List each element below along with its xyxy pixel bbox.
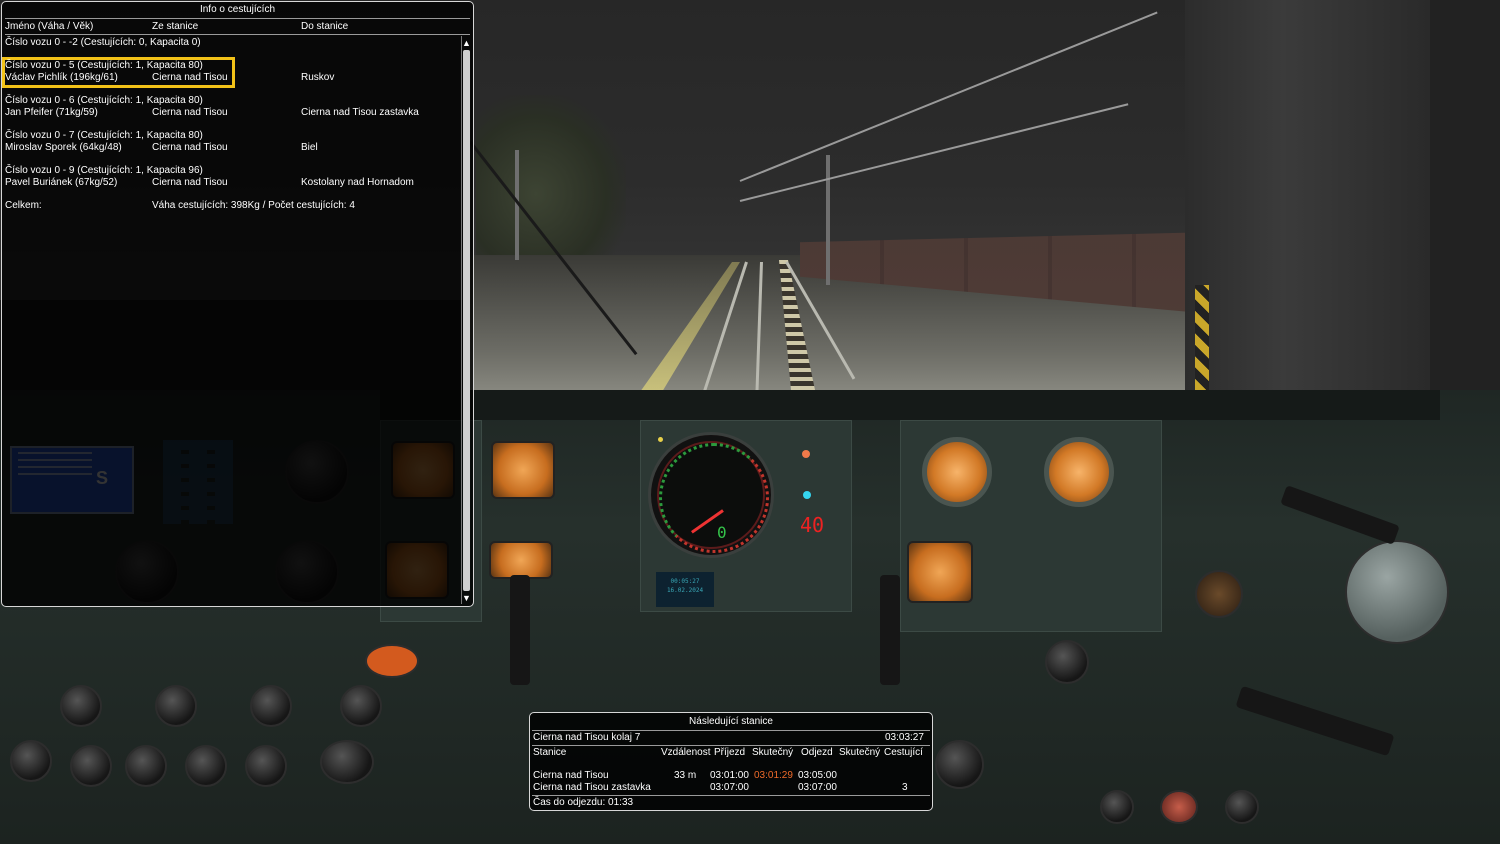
knob-icon[interactable]: [1160, 790, 1198, 824]
row-arrival: 03:07:00: [710, 782, 749, 793]
knob-icon[interactable]: [1045, 640, 1089, 684]
speedometer-scale: [659, 443, 769, 553]
cab-window-pillar: [1185, 0, 1430, 400]
row-station: Cierna nad Tisou zastavka: [533, 782, 651, 793]
column-header-name: Jméno (Váha / Věk): [5, 21, 94, 32]
pressure-gauge-icon: [491, 441, 555, 499]
total-value: Váha cestujících: 398Kg / Počet cestujíc…: [152, 200, 355, 211]
header-distance: Vzdálenost: [661, 747, 711, 758]
switch-knob[interactable]: [125, 745, 167, 787]
row-departure: 03:05:00: [798, 770, 837, 781]
car-line[interactable]: Číslo vozu 0 - 6 (Cestujících: 1, Kapaci…: [5, 95, 203, 106]
car-line: Číslo vozu 0 - -2 (Cestujících: 0, Kapac…: [5, 37, 201, 48]
switch-knob[interactable]: [10, 740, 52, 782]
switch-knob[interactable]: [250, 685, 292, 727]
passenger-to: Biel: [301, 142, 318, 153]
lever-icon[interactable]: [510, 575, 530, 685]
row-arrival: 03:01:00: [710, 770, 749, 781]
header-station: Stanice: [533, 747, 567, 758]
switch-knob[interactable]: [185, 745, 227, 787]
passenger-from: Cierna nad Tisou: [152, 142, 228, 153]
warning-lamp-icon: [802, 450, 810, 458]
passenger-name[interactable]: Miroslav Sporek (64kg/48): [5, 142, 122, 153]
column-header-from: Ze stanice: [152, 21, 199, 32]
passenger-info-window: Info o cestujících Jméno (Váha / Věk) Ze…: [1, 1, 474, 607]
emergency-button[interactable]: [365, 644, 419, 678]
passenger-from: Cierna nad Tisou: [152, 72, 228, 83]
current-track: Cierna nad Tisou kolaj 7: [533, 732, 641, 743]
switch-knob[interactable]: [60, 685, 102, 727]
passenger-to: Kostolany nad Hornadom: [301, 177, 414, 188]
header-departure: Odjezd: [801, 747, 833, 758]
switch-knob[interactable]: [340, 685, 382, 727]
cab-side-window: [1430, 0, 1500, 430]
passenger-name[interactable]: Václav Pichlík (196kg/61): [5, 72, 118, 83]
total-label: Celkem:: [5, 200, 42, 211]
clock-time: 00:05:27: [670, 578, 700, 585]
car-line[interactable]: Číslo vozu 0 - 5 (Cestujících: 1, Kapaci…: [5, 60, 203, 71]
speedometer-icon: 0: [648, 432, 774, 558]
passenger-window-title: Info o cestujících: [199, 4, 276, 15]
scrollbar-thumb[interactable]: [463, 50, 470, 591]
car-line[interactable]: Číslo vozu 0 - 7 (Cestujících: 1, Kapaci…: [5, 130, 203, 141]
divider: [532, 730, 930, 731]
knob-icon[interactable]: [935, 740, 984, 789]
header-arrival: Příjezd: [714, 747, 746, 758]
row-distance: 33 m: [674, 770, 697, 781]
lever-icon[interactable]: [880, 575, 900, 685]
clock-display: 00:05:27 16.02.2024: [656, 572, 714, 607]
passenger-name[interactable]: Jan Pfeifer (71kg/59): [5, 107, 98, 118]
brake-handle[interactable]: [1345, 540, 1449, 644]
switch-knob[interactable]: [320, 740, 374, 784]
passenger-name[interactable]: Pavel Buriánek (67kg/52): [5, 177, 117, 188]
dashboard-hood: [380, 390, 1440, 420]
speed-limit-readout: 40: [800, 513, 825, 537]
pressure-gauge-icon: [1044, 437, 1114, 507]
clock-date: 16.02.2024: [666, 587, 704, 594]
row-actual-arrival: 03:01:29: [754, 770, 793, 781]
scroll-up-arrow-icon[interactable]: ▲: [461, 38, 472, 49]
divider: [5, 18, 470, 19]
passenger-from: Cierna nad Tisou: [152, 177, 228, 188]
warning-lamp-icon: [803, 491, 811, 499]
row-passengers: 3: [902, 782, 908, 793]
divider: [532, 745, 930, 746]
switch-knob[interactable]: [155, 685, 197, 727]
header-actual-departure: Skutečný: [839, 747, 881, 758]
switch-knob[interactable]: [245, 745, 287, 787]
car-line[interactable]: Číslo vozu 0 - 9 (Cestujících: 1, Kapaci…: [5, 165, 203, 176]
clock: 03:03:27: [885, 732, 924, 743]
switch-knob[interactable]: [70, 745, 112, 787]
speed-readout: 0: [717, 523, 727, 542]
row-station: Cierna nad Tisou: [533, 770, 609, 781]
next-station-title: Následující stanice: [689, 716, 773, 727]
warning-lamp-icon: [658, 437, 663, 442]
passenger-from: Cierna nad Tisou: [152, 107, 228, 118]
header-passengers: Cestující: [884, 747, 923, 758]
knob-icon[interactable]: [1100, 790, 1134, 824]
knob-icon[interactable]: [1225, 790, 1259, 824]
knob-icon[interactable]: [1195, 570, 1243, 618]
header-actual-arrival: Skutečný: [752, 747, 794, 758]
passenger-to: Cierna nad Tisou zastavka: [301, 107, 419, 118]
pressure-gauge-icon: [907, 541, 973, 603]
pressure-gauge-icon: [922, 437, 992, 507]
next-station-window: Následující stanice Cierna nad Tisou kol…: [529, 712, 933, 811]
time-to-departure: Čas do odjezdu: 01:33: [533, 797, 634, 808]
catenary-pole: [826, 155, 830, 285]
column-header-to: Do stanice: [301, 21, 349, 32]
row-departure: 03:07:00: [798, 782, 837, 793]
divider: [532, 795, 930, 796]
passenger-to: Ruskov: [301, 72, 335, 83]
scroll-down-arrow-icon[interactable]: ▼: [461, 593, 472, 604]
divider: [5, 34, 470, 35]
pressure-gauge-icon: [489, 541, 553, 579]
hazard-stripe: [1195, 285, 1209, 390]
